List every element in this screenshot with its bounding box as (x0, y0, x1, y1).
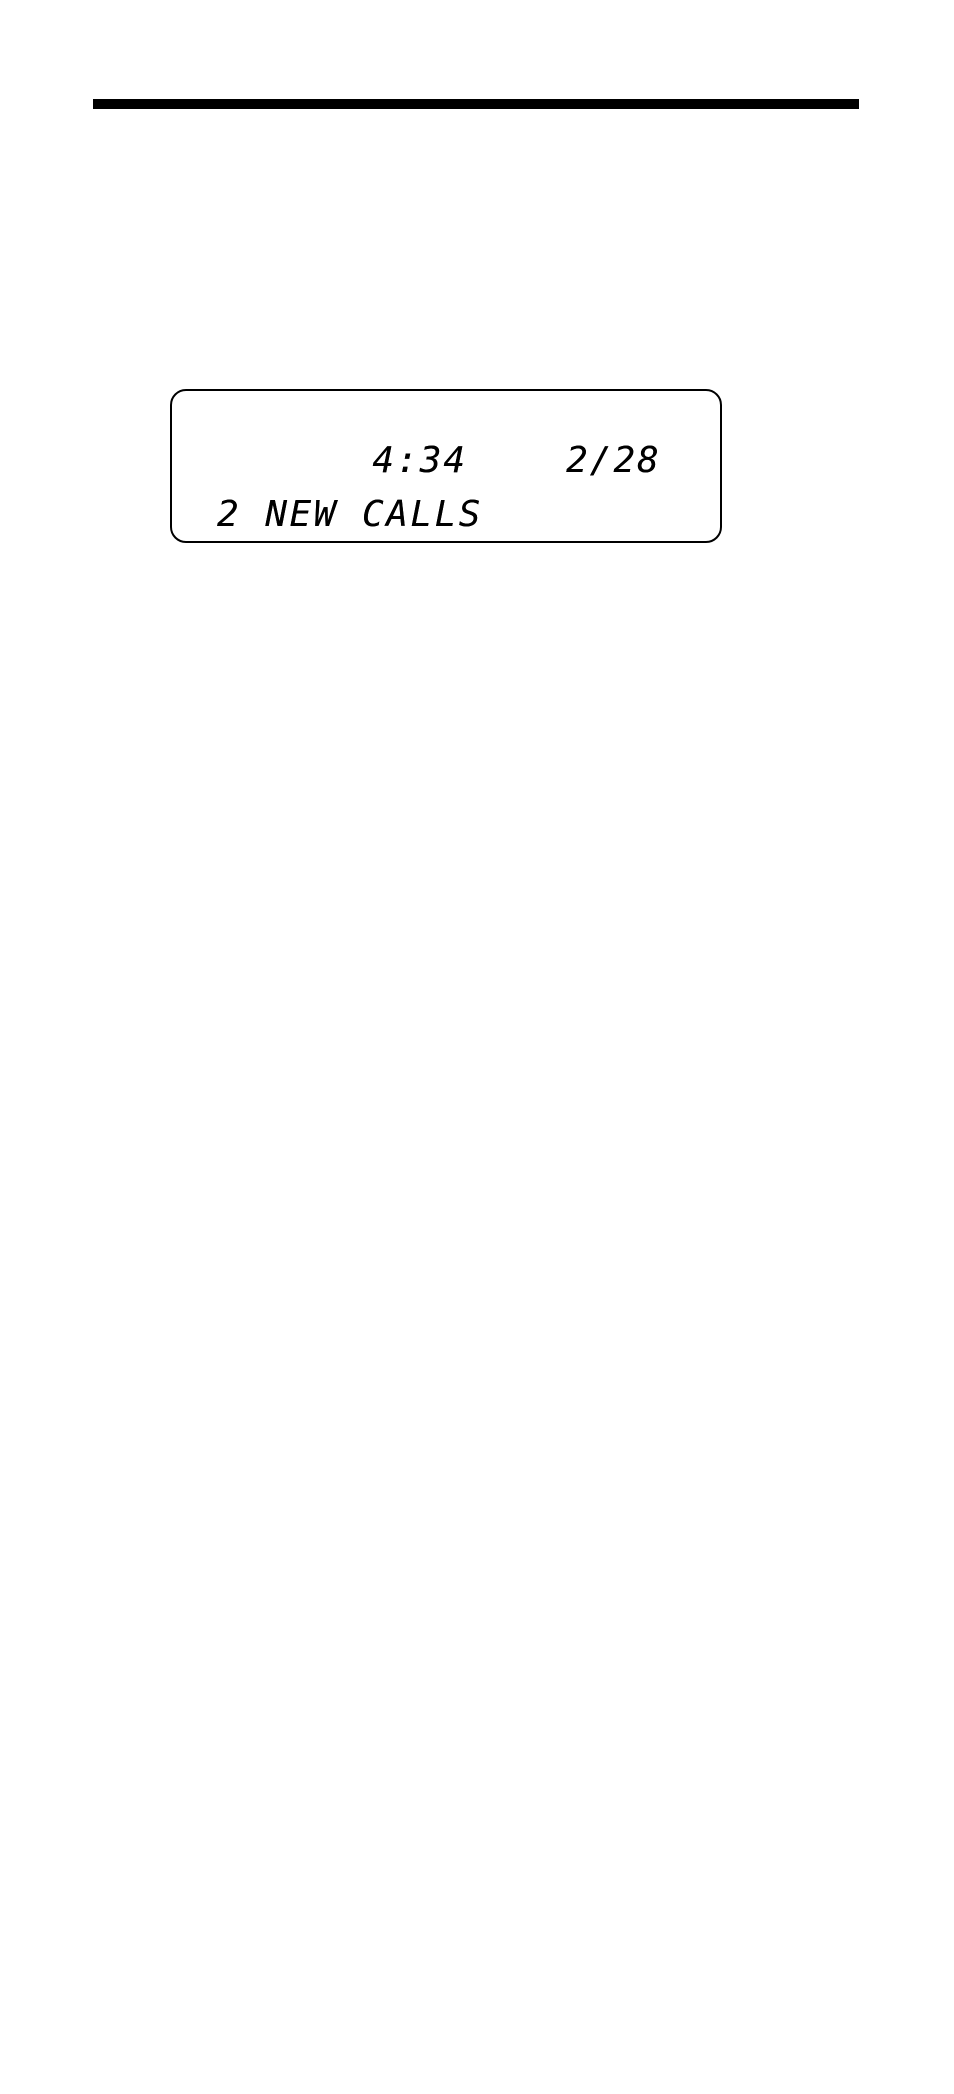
lcd-inner: 4:34 2/28 2 NEW CALLS (172, 391, 720, 541)
lcd-time: 4:34 (372, 440, 467, 481)
page: 4:34 2/28 2 NEW CALLS (0, 0, 954, 2094)
phone-lcd: 4:34 2/28 2 NEW CALLS (170, 389, 722, 543)
lcd-row-message: 2 NEW CALLS (217, 494, 483, 535)
lcd-date: 2/28 (566, 440, 661, 481)
horizontal-rule (93, 99, 859, 109)
